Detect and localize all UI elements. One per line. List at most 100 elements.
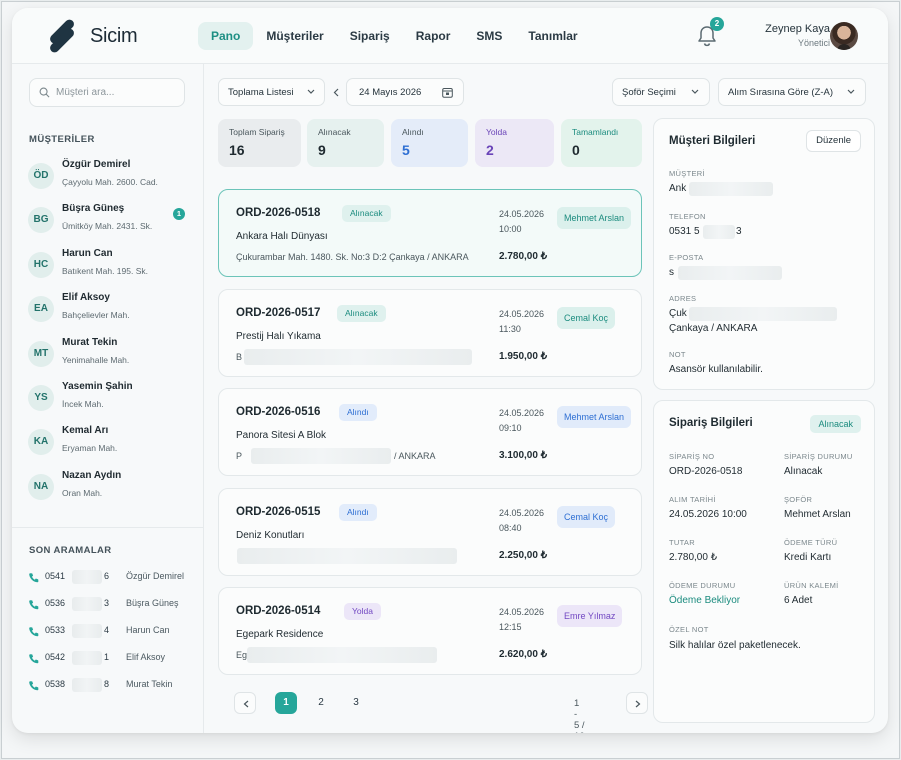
order-customer: Deniz Konutları (236, 529, 305, 541)
order-id: ORD-2026-0518 (236, 207, 321, 219)
order-card[interactable]: ORD-2026-0514 Yolda Egepark Residence Eg 24.… (218, 587, 642, 675)
customer-name: Elif Aksoy (62, 292, 110, 304)
nav-siparis[interactable]: Sipariş (337, 22, 403, 50)
customer-address: Oran Mah. (62, 487, 103, 498)
order-time: 12:15 (499, 622, 522, 632)
stat-card[interactable]: Yolda 2 (475, 119, 554, 167)
order-address: Çukurambar Mah. 1480. Sk. No:3 D:2 Çanka… (236, 252, 469, 262)
nav-pano[interactable]: Pano (198, 22, 254, 50)
phone-icon (29, 681, 39, 691)
order-driver-chip[interactable]: Mehmet Arslan (557, 406, 632, 428)
order-customer: Panora Sitesi A Blok (236, 430, 327, 441)
sort-select[interactable]: Alım Sırasına Göre (Z-A) (718, 78, 866, 106)
phone-end: 3 (736, 226, 742, 237)
prev-day-icon[interactable] (333, 88, 339, 97)
page-2-button[interactable]: 2 (310, 692, 332, 714)
date-picker[interactable]: 24 Mayıs 2026 (346, 78, 464, 106)
payment-type-label: ÖDEME TÜRÜ (784, 538, 838, 547)
user-info[interactable]: Zeynep Kaya Yönetici (765, 23, 830, 48)
stat-card[interactable]: Alınacak 9 (307, 119, 384, 167)
redacted-text (703, 225, 735, 239)
user-role: Yönetici (797, 38, 830, 48)
recent-call-item[interactable]: 0541 6 Özgür Demirel (28, 570, 198, 587)
order-card[interactable]: ORD-2026-0515 Alındı Deniz Konutları 24.05.… (218, 487, 642, 576)
order-time: 08:40 (499, 522, 522, 533)
order-status-badge: Alınacak (342, 205, 391, 222)
app-logo[interactable]: Sicim (44, 18, 138, 54)
edit-customer-button[interactable]: Düzenle (806, 130, 861, 152)
customer-avatar: EA (28, 296, 54, 323)
customer-list-item[interactable]: KA Kemal Arı Eryaman Mah. (28, 425, 198, 465)
driver-select[interactable]: Şoför Seçimi (612, 78, 710, 106)
stat-card[interactable]: Alındı 5 (391, 119, 468, 167)
nav-musteriler[interactable]: Müşteriler (253, 22, 336, 50)
order-address: P (236, 451, 243, 461)
nav-sms[interactable]: SMS (463, 22, 515, 50)
order-address-end: / ANKARA (394, 451, 436, 461)
email-label: E-POSTA (669, 253, 704, 262)
order-driver-chip[interactable]: Mehmet Arslan (557, 207, 632, 229)
order-id: ORD-2026-0517 (236, 306, 321, 319)
recent-call-item[interactable]: 0542 1 Elif Aksoy (28, 651, 198, 668)
order-amount: 1.950,00 ₺ (499, 350, 548, 362)
top-header: Sicim Pano Müşteriler Sipariş Rapor SMS … (12, 8, 888, 64)
date-value: 24 Mayıs 2026 (359, 87, 422, 98)
order-driver-chip[interactable]: Emre Yılmaz (557, 605, 623, 627)
page-3-button[interactable]: 3 (345, 692, 367, 714)
recent-call-item[interactable]: 0533 4 Harun Can (28, 624, 198, 641)
phone-value: 0531 5 (669, 226, 700, 237)
chevron-right-icon (635, 700, 641, 708)
page-1-button[interactable]: 1 (275, 692, 297, 714)
order-card[interactable]: ORD-2026-0518 Alınacak Ankara Halı Dünyası… (218, 189, 642, 277)
customer-list-item[interactable]: MT Murat Tekin Yenimahalle Mah. (28, 337, 198, 377)
order-datetime: 24.05.2026 10:00 (499, 207, 544, 237)
call-number-suffix: 4 (104, 625, 110, 635)
customer-avatar: KA (28, 429, 54, 456)
customer-list-item[interactable]: ÖD Özgür Demirel Çayyolu Mah. 2600. Cad. (28, 159, 198, 199)
customer-address: Çayyolu Mah. 2600. Cad. (62, 177, 158, 187)
call-contact-name: Özgür Demirel (126, 571, 185, 581)
sidebar-divider (12, 527, 203, 528)
recent-call-item[interactable]: 0538 8 Murat Tekin (28, 678, 198, 695)
page-range: 1 - 5 / 16 (574, 698, 585, 733)
customer-address: Yenimahalle Mah. (62, 354, 130, 365)
customer-search-input[interactable]: Müşteri ara... (29, 78, 185, 107)
customer-list-item[interactable]: BG Büşra Güneş Ümitköy Mah. 2431. Sk. 1 (28, 203, 198, 243)
recent-call-item[interactable]: 0536 3 Büşra Güneş (28, 597, 198, 614)
customer-list-item[interactable]: NA Nazan Aydın Oran Mah. (28, 470, 198, 510)
customer-list-item[interactable]: HC Harun Can Batıkent Mah. 195. Sk. (28, 248, 198, 288)
nav-rapor[interactable]: Rapor (403, 22, 464, 50)
list-type-select[interactable]: Toplama Listesi (218, 78, 325, 106)
prev-page-button[interactable] (234, 692, 256, 714)
phone-icon (29, 600, 39, 610)
nav-tanimlar[interactable]: Tanımlar (515, 22, 590, 50)
search-placeholder: Müşteri ara... (56, 87, 115, 98)
order-status-badge: Alınacak (810, 415, 861, 433)
order-card[interactable]: ORD-2026-0517 Alınacak Prestij Halı Yıkama… (218, 288, 642, 377)
user-avatar[interactable] (830, 22, 858, 50)
customer-list-item[interactable]: EA Elif Aksoy Bahçelievler Mah. (28, 292, 198, 332)
order-driver-chip[interactable]: Cemal Koç (557, 505, 616, 528)
customer-name: Harun Can (62, 247, 113, 259)
stat-card[interactable]: Tamamlandı 0 (561, 119, 642, 167)
customer-address: İncek Mah. (62, 399, 104, 409)
chevron-left-icon (243, 700, 249, 708)
customer-address: Ümitköy Mah. 2431. Sk. (62, 221, 153, 232)
call-contact-name: Murat Tekin (126, 679, 173, 689)
customer-address: Batıkent Mah. 195. Sk. (62, 265, 148, 276)
order-driver-chip[interactable]: Cemal Koç (557, 306, 616, 329)
stat-value: 2 (486, 142, 494, 158)
customer-list-item[interactable]: YS Yasemin Şahin İncek Mah. (28, 381, 198, 421)
call-contact-name: Harun Can (126, 625, 170, 635)
order-amount: 2.780,00 ₺ (499, 251, 548, 262)
stat-card[interactable]: Toplam Sipariş 16 (218, 119, 301, 167)
order-date: 24.05.2026 (499, 408, 545, 418)
call-number-suffix: 8 (104, 679, 110, 689)
customer-avatar: NA (28, 473, 54, 500)
order-card[interactable]: ORD-2026-0516 Alındı Panora Sitesi A Blok P… (218, 388, 642, 476)
driver-value: Mehmet Arslan (784, 509, 851, 520)
note-value: Asansör kullanılabilir. (669, 364, 763, 375)
next-page-button[interactable] (626, 692, 648, 714)
sidebar: Müşteri ara... MÜŞTERİLER ÖD Özgür Demire… (12, 64, 204, 733)
call-contact-name: Büşra Güneş (126, 598, 179, 608)
